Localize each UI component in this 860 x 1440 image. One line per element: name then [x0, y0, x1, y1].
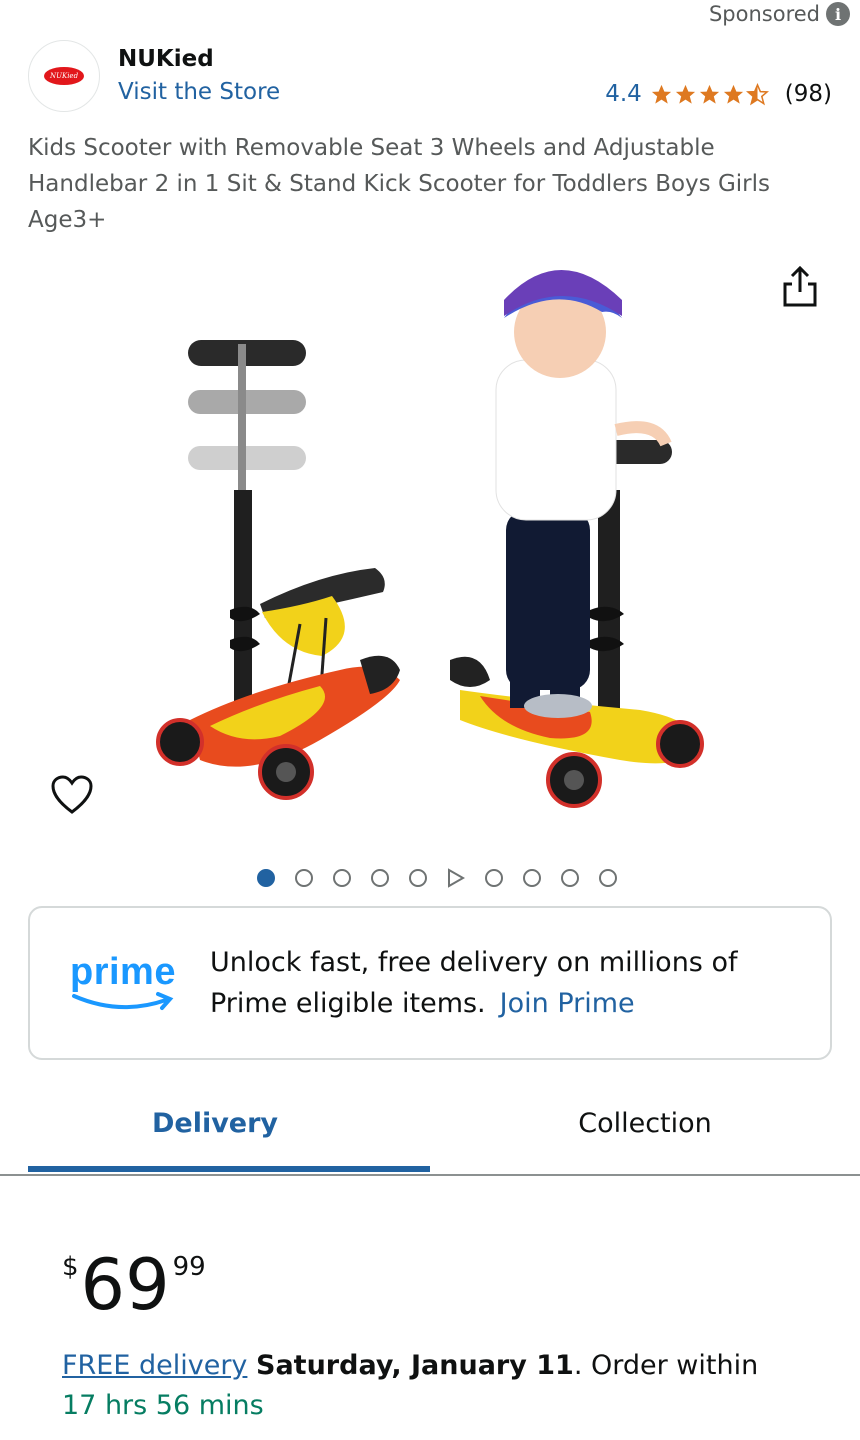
brand-logo[interactable]: NUKied	[28, 40, 100, 112]
info-icon[interactable]: i	[826, 2, 850, 26]
gallery-dot[interactable]	[523, 869, 541, 887]
visit-store-link[interactable]: Visit the Store	[118, 75, 280, 109]
free-delivery-link[interactable]: FREE delivery	[62, 1350, 247, 1381]
price: $ 69 99	[62, 1246, 206, 1324]
price-fraction: 99	[172, 1252, 206, 1282]
delivery-countdown: 17 hrs 56 mins	[62, 1390, 264, 1421]
gallery-dot[interactable]	[561, 869, 579, 887]
price-symbol: $	[62, 1252, 79, 1282]
sponsored-label[interactable]: Sponsored i	[709, 2, 850, 26]
star-full-icon	[723, 84, 743, 104]
rating-count: (98)	[784, 81, 832, 107]
product-image-gallery[interactable]	[0, 240, 860, 860]
prime-message: Unlock fast, free delivery on millions o…	[210, 942, 770, 1024]
sponsored-text: Sponsored	[708, 2, 820, 26]
prime-smile-icon	[72, 992, 174, 1010]
brand-name: NUKied	[118, 46, 214, 72]
product-image[interactable]	[150, 240, 710, 840]
gallery-pagination[interactable]	[0, 868, 860, 888]
order-within-text: . Order within	[573, 1350, 759, 1381]
delivery-message: FREE delivery Saturday, January 11. Orde…	[62, 1346, 800, 1426]
video-play-icon[interactable]	[447, 868, 465, 888]
tab-delivery[interactable]: Delivery	[0, 1088, 430, 1174]
prime-logo: prime	[70, 952, 210, 1014]
rating-summary[interactable]: 4.4 (98)	[605, 81, 832, 107]
star-rating	[650, 82, 769, 106]
prime-logo-word: prime	[70, 951, 176, 993]
brand-logo-mark: NUKied	[44, 67, 84, 85]
fulfillment-tabs: Delivery Collection	[0, 1088, 860, 1176]
share-icon[interactable]	[780, 264, 820, 308]
brand-header: NUKied NUKied Visit the Store 4.4 (98)	[28, 40, 832, 112]
gallery-dot[interactable]	[333, 869, 351, 887]
star-full-icon	[699, 84, 719, 104]
price-whole: 69	[80, 1244, 170, 1326]
product-title: Kids Scooter with Removable Seat 3 Wheel…	[28, 135, 771, 233]
star-full-icon	[675, 84, 695, 104]
join-prime-link[interactable]: Join Prime	[500, 988, 635, 1019]
delivery-date: Saturday, January 11	[256, 1350, 574, 1381]
star-full-icon	[651, 84, 671, 104]
tab-collection[interactable]: Collection	[430, 1088, 860, 1174]
gallery-dot[interactable]	[257, 869, 275, 887]
gallery-dot[interactable]	[295, 869, 313, 887]
prime-message-text: Unlock fast, free delivery on millions o…	[210, 947, 738, 1019]
star-half-icon	[745, 82, 769, 105]
active-tab-indicator	[28, 1166, 430, 1172]
heart-icon[interactable]	[50, 774, 94, 816]
gallery-dot[interactable]	[485, 869, 503, 887]
gallery-dot[interactable]	[599, 869, 617, 887]
rating-value: 4.4	[605, 81, 642, 107]
brand-logo-text: NUKied	[49, 72, 79, 80]
gallery-dot[interactable]	[371, 869, 389, 887]
prime-promo-card[interactable]: prime Unlock fast, free delivery on mill…	[28, 906, 832, 1060]
gallery-dot[interactable]	[409, 869, 427, 887]
